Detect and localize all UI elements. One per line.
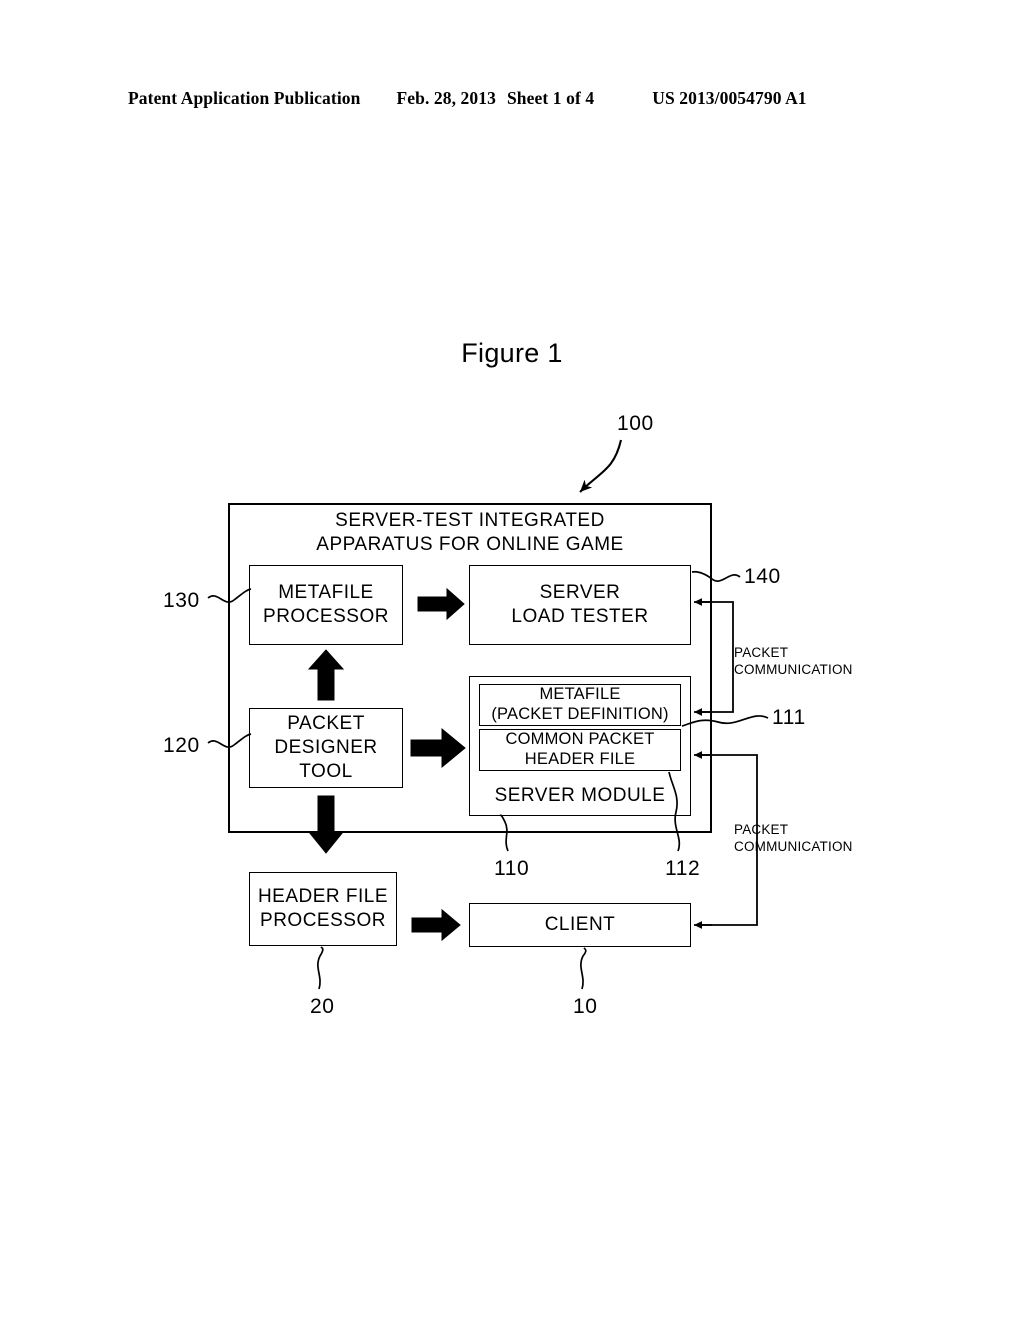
packet-communication-upper-label: PACKET COMMUNICATION bbox=[734, 645, 853, 677]
packet-designer-tool-label: PACKET DESIGNER TOOL bbox=[274, 713, 378, 782]
reference-number-10: 10 bbox=[573, 995, 598, 1018]
reference-number-112: 112 bbox=[665, 857, 701, 880]
reference-number-130: 130 bbox=[163, 589, 200, 612]
publication-label: Patent Application Publication bbox=[128, 88, 361, 108]
leader-line-100 bbox=[579, 439, 623, 493]
reference-number-111: 111 bbox=[772, 706, 806, 729]
server-module-label: SERVER MODULE bbox=[494, 785, 666, 807]
block-arrow-header-processor-to-client bbox=[411, 908, 461, 942]
reference-number-20: 20 bbox=[310, 995, 335, 1018]
leader-line-10 bbox=[580, 947, 587, 990]
reference-number-100: 100 bbox=[617, 412, 654, 435]
common-packet-header-file-label: COMMON PACKET HEADER FILE bbox=[505, 730, 655, 768]
sheet-number: Sheet 1 of 4 bbox=[506, 88, 595, 108]
metafile-label: METAFILE (PACKET DEFINITION) bbox=[491, 685, 669, 723]
header-file-processor-label: HEADER FILE PROCESSOR bbox=[257, 886, 389, 931]
reference-number-140: 140 bbox=[744, 565, 781, 588]
server-load-tester-label: SERVER LOAD TESTER bbox=[511, 582, 649, 627]
metafile-processor-label: METAFILE PROCESSOR bbox=[263, 582, 389, 627]
leader-line-20 bbox=[317, 946, 324, 990]
client-label: CLIENT bbox=[544, 914, 616, 936]
patent-running-head: Patent Application Publication Feb. 28, … bbox=[128, 88, 896, 114]
reference-number-110: 110 bbox=[494, 857, 530, 880]
figure-title: Figure 1 bbox=[461, 338, 563, 368]
publication-date: Feb. 28, 2013 bbox=[396, 88, 496, 108]
apparatus-title: SERVER-TEST INTEGRATED APPARATUS FOR ONL… bbox=[316, 510, 624, 555]
reference-number-120: 120 bbox=[163, 734, 200, 757]
packet-communication-lower-label: PACKET COMMUNICATION bbox=[734, 822, 853, 854]
publication-number: US 2013/0054790 A1 bbox=[652, 88, 807, 108]
